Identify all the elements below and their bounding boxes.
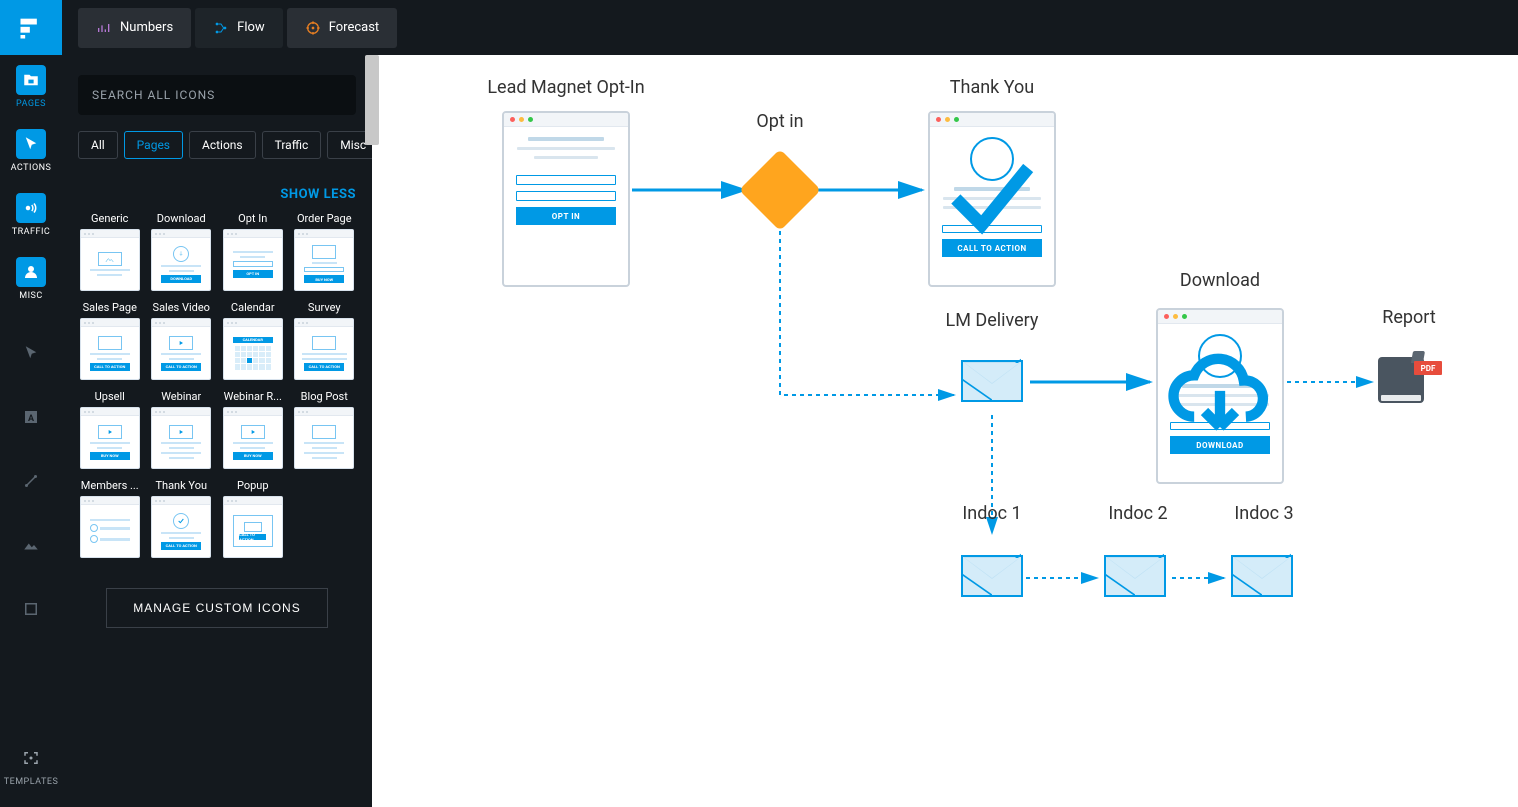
panel-icon-optin[interactable]: Opt In OPT IN <box>221 212 285 291</box>
panel-icon-webinar[interactable]: Webinar <box>150 390 214 469</box>
show-less-button[interactable]: SHOW LESS <box>78 187 356 202</box>
tab-forecast[interactable]: Forecast <box>287 8 397 48</box>
label-report: Report <box>1382 307 1435 328</box>
label-indoc3: Indoc 3 <box>1234 503 1293 524</box>
node-indoc2[interactable] <box>1104 555 1166 597</box>
rail-pages[interactable]: PAGES <box>0 55 62 119</box>
panel-icon-members[interactable]: Members ... <box>78 479 142 558</box>
filter-traffic[interactable]: Traffic <box>262 131 322 159</box>
tab-numbers[interactable]: Numbers <box>78 8 191 48</box>
check-icon <box>930 113 1054 285</box>
node-thank-you[interactable]: CALL TO ACTION <box>928 111 1056 287</box>
panel-icon-generic[interactable]: Generic <box>78 212 142 291</box>
rail-misc[interactable]: MISC <box>0 247 62 311</box>
panel-icon-salesvideo[interactable]: Sales Video CALL TO ACTION <box>150 301 214 380</box>
manage-custom-icons-button[interactable]: MANAGE CUSTOM ICONS <box>106 588 328 628</box>
rail-traffic[interactable]: TRAFFIC <box>0 183 62 247</box>
label-indoc2: Indoc 2 <box>1108 503 1167 524</box>
chart-icon <box>96 20 112 36</box>
panel-icon-blogpost[interactable]: Blog Post <box>293 390 357 469</box>
panel-scrollbar[interactable] <box>365 55 379 145</box>
tool-line[interactable] <box>0 451 62 515</box>
filter-all[interactable]: All <box>78 131 118 159</box>
tool-image[interactable] <box>0 515 62 579</box>
flow-canvas[interactable]: Lead Magnet Opt-In OPT IN Opt in Thank Y… <box>382 55 1518 807</box>
panel-icon-upsell[interactable]: Upsell BUY NOW <box>78 390 142 469</box>
panel-icon-download[interactable]: Download DOWNLOAD <box>150 212 214 291</box>
panel-icon-thankyou[interactable]: Thank You CALL TO ACTION <box>150 479 214 558</box>
label-indoc1: Indoc 1 <box>962 503 1021 524</box>
label-lm-delivery: LM Delivery <box>946 310 1039 331</box>
cloud-download-icon <box>1158 310 1282 482</box>
tool-text[interactable]: A <box>0 387 62 451</box>
panel-icon-popup[interactable]: Popup CALL TO ACTION <box>221 479 285 558</box>
panel-icon-calendar[interactable]: Calendar CALENDAR <box>221 301 285 380</box>
node-lead-magnet[interactable]: OPT IN <box>502 111 630 287</box>
node-indoc1[interactable] <box>961 555 1023 597</box>
rail-templates[interactable]: TEMPLATES <box>0 733 62 797</box>
tool-cursor[interactable] <box>0 323 62 387</box>
label-opt-in: Opt in <box>756 111 803 132</box>
icon-panel: SEARCH ALL ICONS All Pages Actions Traff… <box>62 55 372 807</box>
rail-actions[interactable]: ACTIONS <box>0 119 62 183</box>
search-input[interactable]: SEARCH ALL ICONS <box>78 75 356 115</box>
svg-text:A: A <box>28 414 35 424</box>
filter-row: All Pages Actions Traffic Misc <box>78 131 356 159</box>
flow-icon <box>213 20 229 36</box>
node-lm-delivery[interactable] <box>961 360 1023 402</box>
filter-actions[interactable]: Actions <box>189 131 256 159</box>
tab-flow[interactable]: Flow <box>195 8 283 48</box>
panel-icon-sales[interactable]: Sales Page CALL TO ACTION <box>78 301 142 380</box>
topbar: Numbers Flow Forecast <box>62 0 1518 55</box>
node-indoc3[interactable] <box>1231 555 1293 597</box>
tool-shape[interactable] <box>0 579 62 643</box>
label-thank-you: Thank You <box>950 77 1034 98</box>
target-icon <box>305 20 321 36</box>
node-report[interactable]: PDF <box>1378 351 1436 403</box>
label-lead-magnet: Lead Magnet Opt-In <box>487 77 644 98</box>
icon-grid: Generic Download DOWNLOAD Opt In OPT IN … <box>78 212 356 558</box>
node-download[interactable]: DOWNLOAD <box>1156 308 1284 484</box>
app-logo[interactable] <box>0 0 62 55</box>
panel-icon-webinarreplay[interactable]: Webinar R... BUY NOW <box>221 390 285 469</box>
left-icon-rail: PAGES ACTIONS TRAFFIC MISC A TEMPLATES <box>0 0 62 807</box>
label-download: Download <box>1180 270 1260 291</box>
filter-pages[interactable]: Pages <box>124 131 183 159</box>
panel-icon-survey[interactable]: Survey CALL TO ACTION <box>293 301 357 380</box>
panel-icon-order[interactable]: Order Page BUY NOW <box>293 212 357 291</box>
